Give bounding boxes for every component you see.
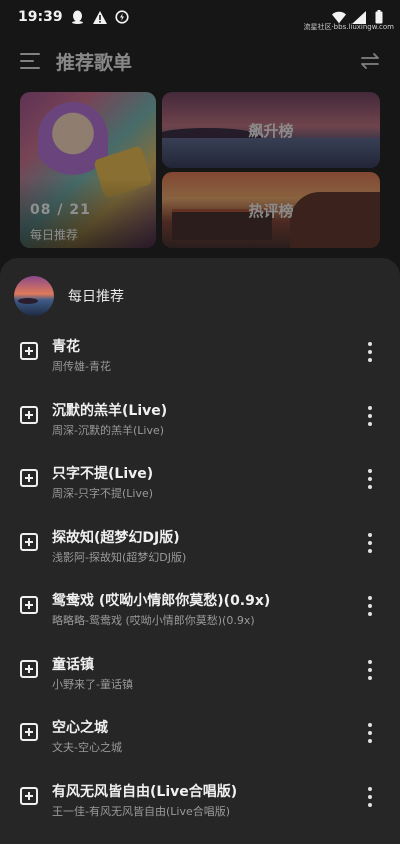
watermark: 流星社区·bbs.liuxingw.com [303,23,394,31]
song-row[interactable]: 沉默的羔羊(Live) 周深-沉默的羔羊(Live) [0,386,400,450]
warning-icon [92,10,107,24]
daily-recommend-sheet: 每日推荐 青花 周传雄-青花 沉默的羔羊(Live) 周深-沉默的羔羊(Live… [0,258,400,844]
song-row[interactable]: 只字不提(Live) 周深-只字不提(Live) [0,449,400,513]
page-title: 推荐歌单 [56,51,133,74]
song-row[interactable]: 空心之城 文夫-空心之城 [0,703,400,767]
song-title: 有风无风皆自由(Live合唱版) [52,783,238,800]
more-options-icon[interactable] [366,405,374,426]
song-title: 只字不提(Live) [52,466,154,482]
add-icon[interactable] [20,469,38,487]
hot-comments-label: 热评榜 [248,202,294,220]
rise-cover-sea [162,138,380,168]
playlist-cover-avatar [14,276,54,316]
sheet-header: 每日推荐 [14,276,124,316]
more-options-icon[interactable] [366,723,374,743]
song-subtitle: 周深-只字不提(Live) [52,487,154,500]
song-subtitle: 略略略-鸳鸯戏 (哎呦小情郎你莫愁)(0.9x) [52,614,255,627]
song-row[interactable]: 童话镇 小野来了-童话镇 [0,640,400,704]
app-header: 推荐歌单 [0,40,400,82]
add-icon[interactable] [20,786,38,805]
more-options-icon[interactable] [366,786,374,807]
song-list: 青花 周传雄-青花 沉默的羔羊(Live) 周深-沉默的羔羊(Live) 只字不… [0,322,400,830]
daily-label: 每日推荐 [30,228,79,242]
rising-chart-label: 飙升榜 [248,122,294,140]
swap-icon[interactable] [360,51,380,71]
more-options-icon[interactable] [366,532,374,553]
song-subtitle: 王一佳-有风无风皆自由(Live合唱版) [52,804,231,818]
song-title: 沉默的羔羊(Live) [52,402,168,419]
song-row[interactable]: 青花 周传雄-青花 [0,322,400,386]
song-subtitle: 小野来了-童话镇 [52,677,133,691]
song-title: 童话镇 [52,656,94,673]
add-icon[interactable] [20,659,38,678]
rising-chart-card[interactable]: 飙升榜 [162,92,380,168]
sheet-title: 每日推荐 [68,289,124,305]
add-icon[interactable] [20,532,38,551]
song-subtitle: 文夫-空心之城 [52,741,122,754]
daily-recommend-card[interactable]: 08 / 21 每日推荐 [20,92,156,248]
data-saver-icon [114,10,129,24]
song-row[interactable]: 有风无风皆自由(Live合唱版) 王一佳-有风无风皆自由(Live合唱版) [0,767,400,831]
playlist-cards: 08 / 21 每日推荐 飙升榜 热评榜 [20,92,380,248]
menu-icon[interactable] [20,53,40,69]
more-options-icon[interactable] [366,596,374,616]
song-title: 空心之城 [52,720,108,736]
status-bar: 19:39 流星社区·bbs.liuxingw.com [0,0,400,34]
song-title: 青花 [52,339,80,355]
song-subtitle: 周传雄-青花 [52,360,111,373]
add-icon[interactable] [20,723,38,741]
add-icon[interactable] [20,405,38,424]
add-icon[interactable] [20,596,38,614]
song-row[interactable]: 鸳鸯戏 (哎呦小情郎你莫愁)(0.9x) 略略略-鸳鸯戏 (哎呦小情郎你莫愁)(… [0,576,400,640]
hot-comments-card[interactable]: 热评榜 [162,172,380,248]
song-title: 探故知(超梦幻DJ版) [52,529,180,546]
qq-icon [71,10,85,24]
add-icon[interactable] [20,342,38,360]
song-title: 鸳鸯戏 (哎呦小情郎你莫愁)(0.9x) [52,593,271,609]
more-options-icon[interactable] [366,469,374,489]
daily-date: 08 / 21 [30,202,91,218]
song-subtitle: 浅影阿-探故知(超梦幻DJ版) [52,550,187,564]
song-row[interactable]: 探故知(超梦幻DJ版) 浅影阿-探故知(超梦幻DJ版) [0,513,400,577]
status-time: 19:39 [18,9,63,25]
screen: 19:39 流星社区·bbs.liuxingw.com 推荐歌单 08 / 21… [0,0,400,844]
song-subtitle: 周深-沉默的羔羊(Live) [52,423,165,437]
more-options-icon[interactable] [366,342,374,362]
more-options-icon[interactable] [366,659,374,680]
